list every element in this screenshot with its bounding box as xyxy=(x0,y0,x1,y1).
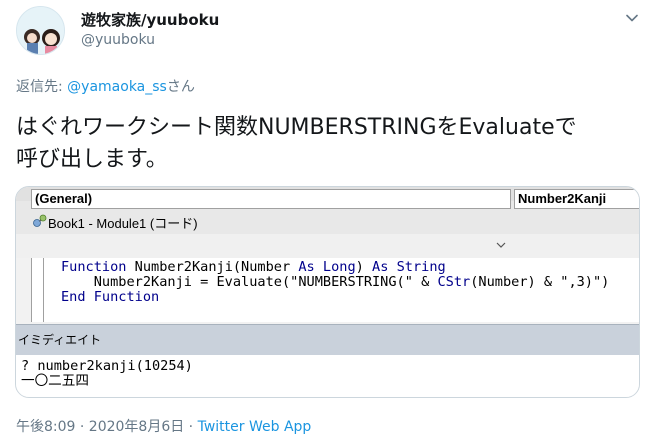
code-pane[interactable]: Function Number2Kanji(Number As Long) As… xyxy=(31,258,639,322)
vba-editor-screenshot: Book1 - Module1 (コード) (General) Number2K… xyxy=(16,187,639,397)
immediate-window-titlebar xyxy=(16,324,639,355)
code-text: Number2Kanji(Number xyxy=(126,259,299,275)
user-handle[interactable]: @yuuboku xyxy=(81,32,155,48)
tweet-text: はぐれワークシート関数NUMBERSTRINGをEvaluateで 呼び出します… xyxy=(16,112,638,176)
tweet-text-line: 呼び出します。 xyxy=(16,147,168,172)
code-keyword: As Long xyxy=(298,259,356,275)
avatar-illustration xyxy=(17,7,64,54)
vba-window-title: Book1 - Module1 (コード) xyxy=(48,216,198,231)
code-margin xyxy=(32,258,44,322)
tweet-meta: 午後8:09 · 2020年8月6日 · Twitter Web App xyxy=(16,416,311,436)
reply-context: 返信先: @yamaoka_ssさん xyxy=(16,76,195,96)
vba-code: Function Number2Kanji(Number As Long) As… xyxy=(61,260,609,305)
reply-suffix: さん xyxy=(166,79,195,95)
reply-mention-link[interactable]: @yamaoka_ss xyxy=(67,79,167,95)
code-keyword: Function xyxy=(93,289,160,305)
tweet-source-link[interactable]: Twitter Web App xyxy=(198,419,312,435)
vba-module-icon xyxy=(33,214,47,227)
chevron-down-icon[interactable] xyxy=(495,240,507,250)
display-name[interactable]: 遊牧家族/yuuboku xyxy=(81,9,219,30)
code-text: (Number) & ",3)") xyxy=(470,274,610,290)
code-keyword: As String xyxy=(372,259,446,275)
avatar[interactable] xyxy=(16,6,65,55)
reply-prefix: 返信先: xyxy=(16,79,68,95)
code-keyword: Function xyxy=(61,259,127,275)
vba-combo-bar xyxy=(16,234,639,258)
code-keyword: End xyxy=(61,289,86,305)
code-keyword: CStr xyxy=(437,274,471,290)
code-text: ) xyxy=(355,259,373,275)
chevron-down-icon[interactable] xyxy=(624,10,640,26)
immediate-line: ? number2kanji(10254) xyxy=(21,358,193,374)
immediate-line: 一〇二五四 xyxy=(21,373,89,389)
object-combo[interactable]: (General) xyxy=(31,189,511,209)
immediate-window-label: イミディエイト xyxy=(18,333,102,347)
code-text: Number2Kanji = Evaluate("NUMBERSTRING(" … xyxy=(61,274,438,290)
tweet-text-line: はぐれワークシート関数NUMBERSTRINGをEvaluateで xyxy=(16,115,577,140)
tweet-timestamp[interactable]: 午後8:09 · 2020年8月6日 · xyxy=(16,419,198,435)
tweet-card: 遊牧家族/yuuboku @yuuboku 返信先: @yamaoka_ssさん… xyxy=(0,0,654,441)
immediate-output: ? number2kanji(10254) 一〇二五四 xyxy=(21,359,193,389)
procedure-combo[interactable]: Number2Kanji xyxy=(514,189,639,209)
tweet-media-image[interactable]: Book1 - Module1 (コード) (General) Number2K… xyxy=(15,186,640,398)
